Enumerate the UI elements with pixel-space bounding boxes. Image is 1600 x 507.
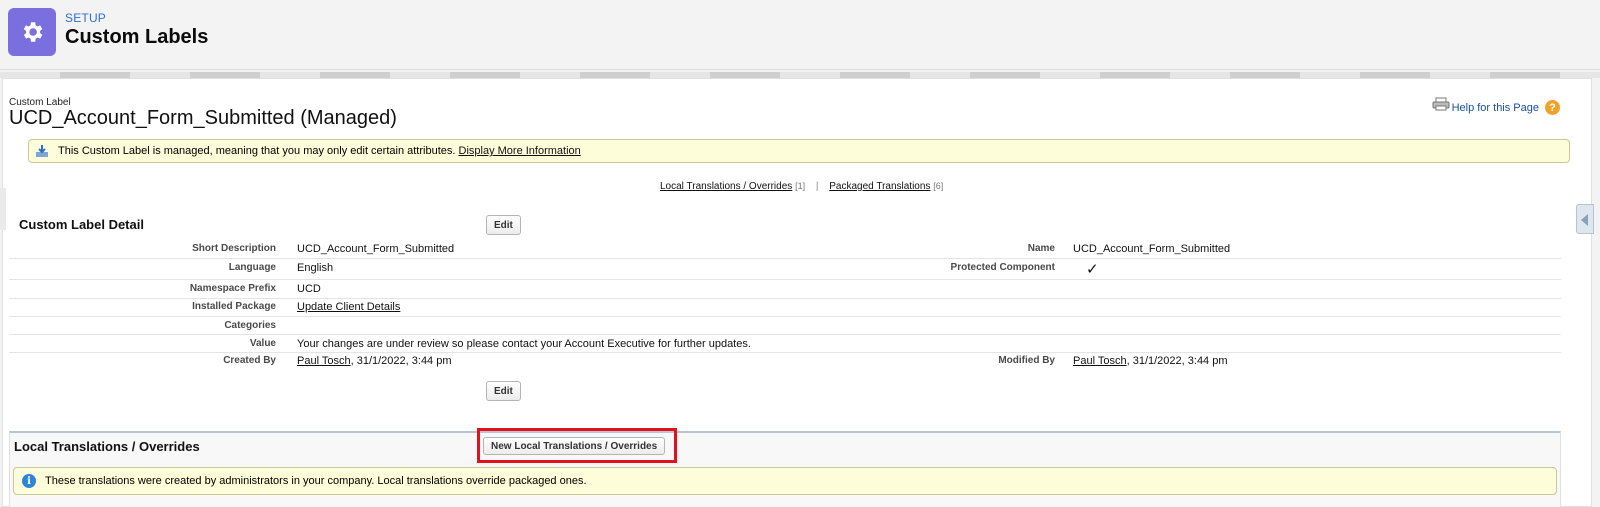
language-value: English (297, 262, 334, 274)
created-by-date: , 31/1/2022, 3:44 pm (350, 355, 452, 367)
detail-row: Categories (9, 317, 1561, 335)
modified-by-user-link[interactable]: Paul Tosch (1073, 355, 1127, 367)
categories-label: Categories (224, 320, 276, 331)
detail-row: Language English Protected Component ✓ (9, 259, 1561, 280)
checkmark-icon: ✓ (1086, 261, 1099, 278)
protected-component-label: Protected Component (950, 262, 1055, 273)
related-separator: | (815, 181, 819, 192)
gear-icon (8, 8, 56, 56)
local-translations-title: Local Translations / Overrides (14, 439, 200, 454)
language-label: Language (228, 262, 276, 273)
sidebar-collapse-tab[interactable] (1576, 204, 1594, 234)
setup-header: SETUP Custom Labels (0, 0, 1600, 70)
edit-button-bottom[interactable]: Edit (486, 381, 521, 401)
local-translations-info: i These translations were created by adm… (13, 467, 1557, 495)
help-icon[interactable]: ? (1545, 100, 1560, 115)
short-description-value: UCD_Account_Form_Submitted (297, 243, 455, 255)
short-description-label: Short Description (192, 243, 276, 254)
detail-row: Created By Paul Tosch, 31/1/2022, 3:44 p… (9, 353, 1561, 372)
detail-row: Installed Package Update Client Details (9, 299, 1561, 317)
namespace-prefix-label: Namespace Prefix (189, 283, 276, 294)
highlight-box (477, 428, 677, 463)
local-translations-link[interactable]: Local Translations / Overrides (660, 181, 792, 192)
page-title: UCD_Account_Form_Submitted (Managed) (9, 107, 397, 129)
created-by-label: Created By (223, 355, 276, 366)
value-text: Your changes are under review so please … (297, 338, 751, 350)
detail-section-title: Custom Label Detail (19, 217, 144, 232)
name-value: UCD_Account_Form_Submitted (1073, 243, 1231, 255)
installed-package-link[interactable]: Update Client Details (297, 301, 400, 313)
local-translations-count: [1] (795, 181, 806, 191)
modified-by-date: , 31/1/2022, 3:44 pm (1126, 355, 1228, 367)
info-text: These translations were created by admin… (45, 475, 587, 487)
left-collapse-tab[interactable] (0, 188, 6, 230)
download-icon (36, 145, 48, 157)
related-list-links: Local Translations / Overrides [1] | Pac… (660, 181, 943, 192)
name-label: Name (1027, 243, 1055, 254)
help-link[interactable]: Help for this Page ? (1432, 97, 1560, 115)
detail-row: Namespace Prefix UCD (9, 280, 1561, 299)
printer-icon[interactable] (1432, 97, 1450, 111)
setup-label[interactable]: SETUP (65, 11, 106, 25)
info-icon: i (22, 474, 36, 488)
created-by-user-link[interactable]: Paul Tosch (297, 355, 351, 367)
installed-package-label: Installed Package (192, 301, 276, 312)
notice-text: This Custom Label is managed, meaning th… (58, 145, 456, 157)
managed-notice: This Custom Label is managed, meaning th… (28, 139, 1570, 163)
edit-button-top[interactable]: Edit (486, 215, 521, 235)
packaged-translations-count: [6] (933, 181, 944, 191)
packaged-translations-link[interactable]: Packaged Translations (829, 181, 930, 192)
value-label: Value (249, 338, 276, 349)
namespace-prefix-value: UCD (297, 283, 321, 295)
help-link-label[interactable]: Help for this Page (1452, 102, 1539, 114)
header-title: Custom Labels (65, 26, 209, 48)
detail-row: Short Description UCD_Account_Form_Submi… (9, 240, 1561, 259)
modified-by-label: Modified By (998, 355, 1055, 366)
display-more-info-link[interactable]: Display More Information (459, 145, 581, 157)
detail-row: Value Your changes are under review so p… (9, 335, 1561, 353)
